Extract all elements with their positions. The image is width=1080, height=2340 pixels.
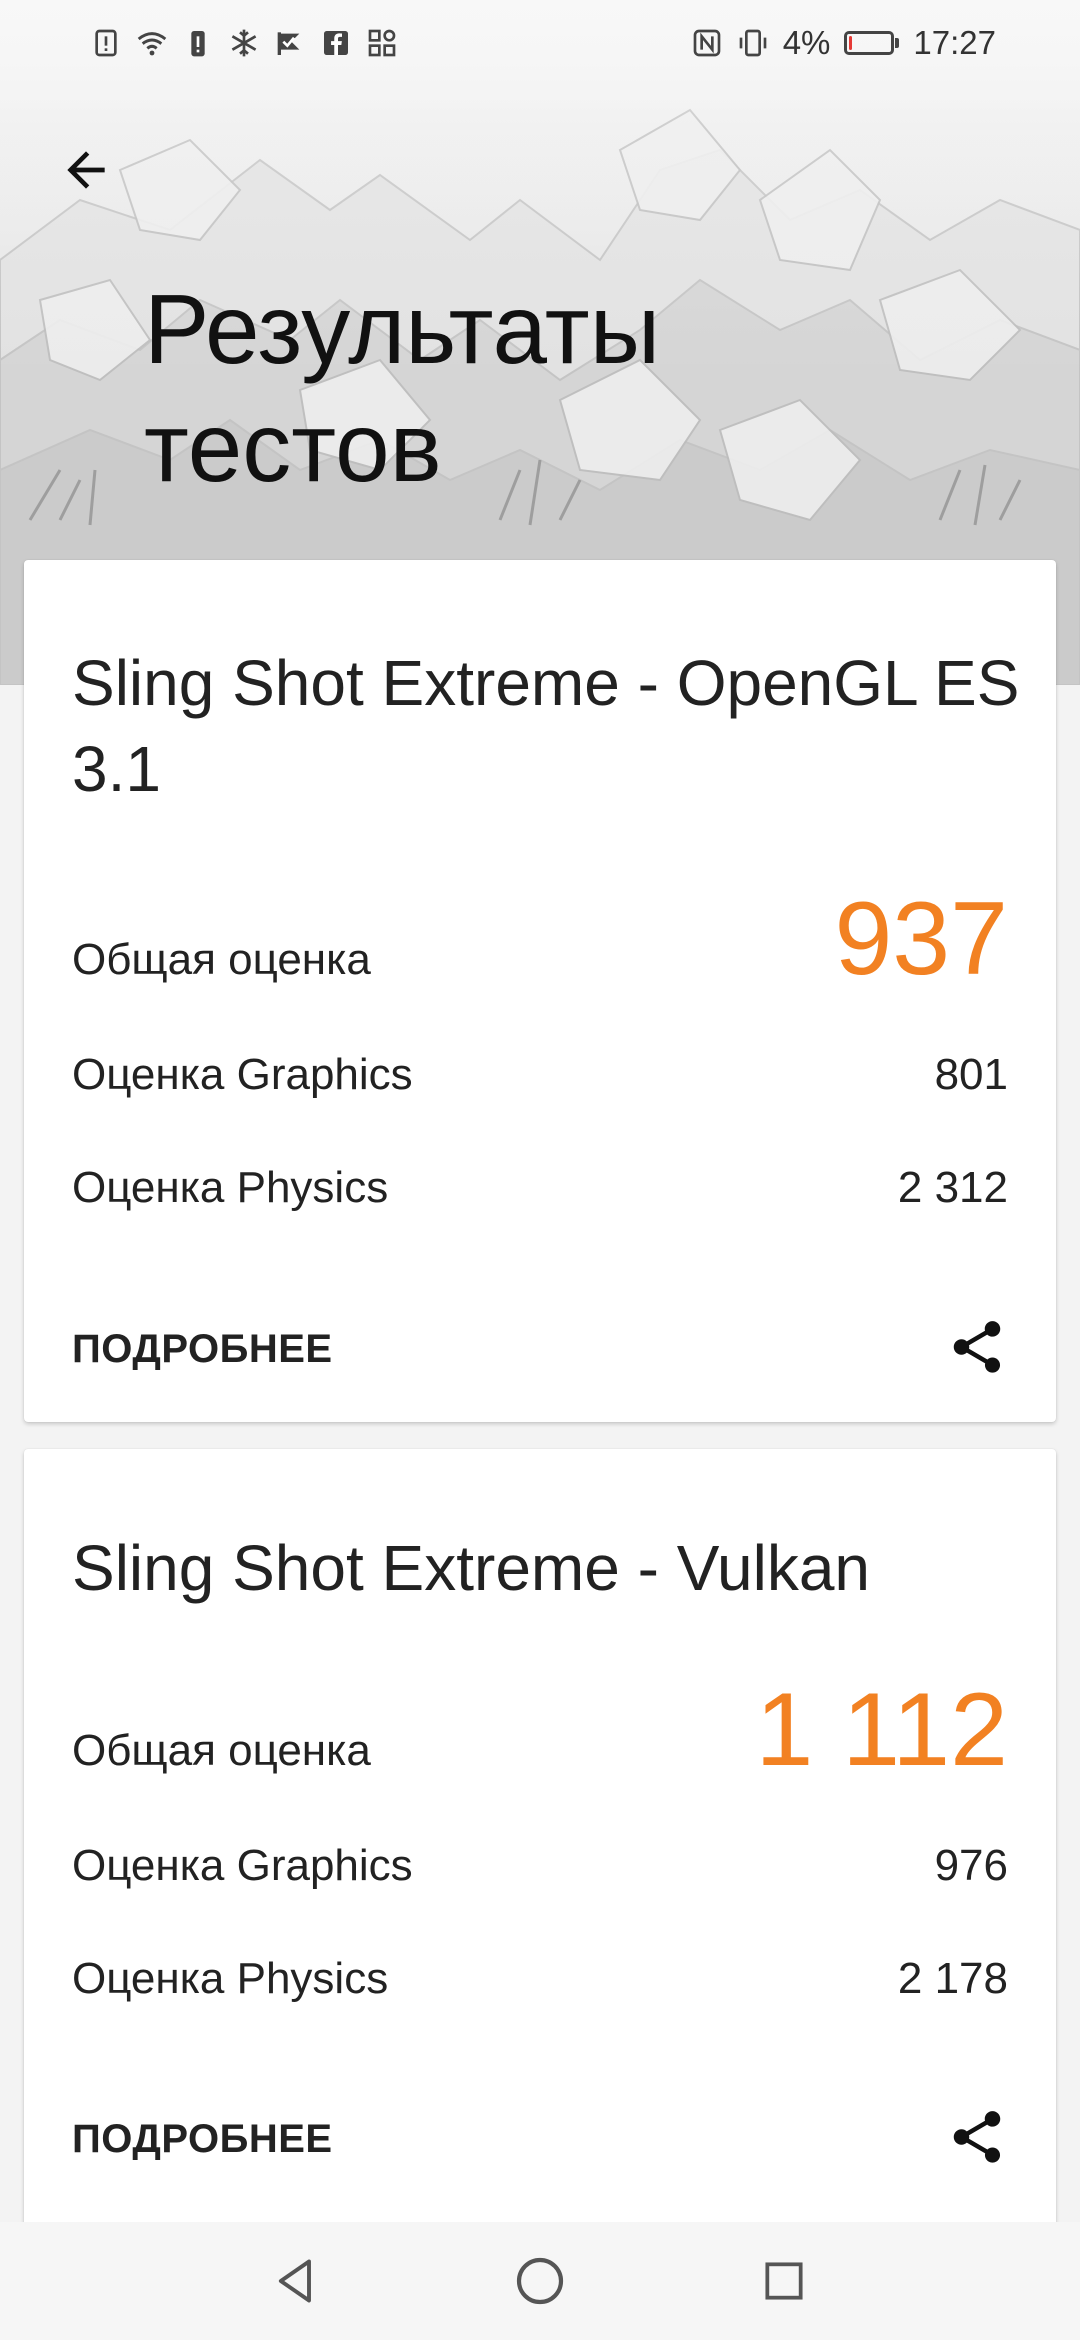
nav-back-icon <box>278 2259 311 2303</box>
share-button[interactable] <box>942 2102 1012 2172</box>
storage-alert-icon <box>182 27 214 59</box>
status-bar-notifications <box>90 27 398 59</box>
graphics-score-label: Оценка Graphics <box>72 1841 413 1890</box>
result-card: Sling Shot Extreme - Vulkan Общая оценка… <box>24 1449 1056 2249</box>
nfc-icon <box>691 27 723 59</box>
graphics-score-value: 801 <box>934 1050 1008 1099</box>
battery-percent: 4% <box>782 24 831 61</box>
share-icon <box>953 2111 1001 2163</box>
wifi-icon <box>136 27 168 59</box>
physics-score-label: Оценка Physics <box>72 1163 389 1212</box>
sim-alert-icon <box>90 27 122 59</box>
nav-back-button[interactable] <box>264 2249 328 2313</box>
graphics-score-label: Оценка Graphics <box>72 1050 413 1099</box>
share-icon <box>953 1321 1001 1373</box>
physics-score-label: Оценка Physics <box>72 1954 389 2003</box>
status-bar: 4% 17:27 <box>0 0 1080 86</box>
nav-recents-button[interactable] <box>752 2249 816 2313</box>
arrow-back-icon <box>67 151 105 189</box>
status-bar-system: 4% 17:27 <box>691 24 996 62</box>
battery-icon <box>844 31 900 55</box>
graphics-score-row: Оценка Graphics 976 <box>72 1841 1008 1891</box>
graphics-score-value: 976 <box>934 1841 1008 1890</box>
test-title: Sling Shot Extreme - Vulkan <box>72 1532 870 1604</box>
overall-score-row: Общая оценка 1 112 <box>72 1671 1008 1790</box>
apps-icon <box>366 27 398 59</box>
physics-score-row: Оценка Physics 2 312 <box>72 1163 1008 1213</box>
details-button[interactable]: ПОДРОБНЕЕ <box>72 1327 333 1372</box>
snowflake-icon <box>228 27 260 59</box>
page-title-line-2: тестов <box>144 392 442 502</box>
nav-recents-icon <box>765 2262 803 2300</box>
nav-home-icon <box>516 2257 564 2305</box>
vibrate-icon <box>737 27 769 59</box>
page-title: Результаты тестов <box>144 270 944 506</box>
facebook-icon <box>320 27 352 59</box>
clock: 17:27 <box>913 24 996 61</box>
check-flag-icon <box>274 27 306 59</box>
nav-home-button[interactable] <box>508 2249 572 2313</box>
page-title-line-1: Результаты <box>144 274 661 384</box>
physics-score-value: 2 312 <box>897 1163 1008 1212</box>
back-button[interactable] <box>44 128 128 212</box>
physics-score-value: 2 178 <box>897 1954 1008 2003</box>
test-title: Sling Shot Extreme - OpenGL ES 3.1 <box>72 647 1020 805</box>
overall-score-row: Общая оценка 937 <box>72 880 1008 999</box>
details-button[interactable]: ПОДРОБНЕЕ <box>72 2117 333 2162</box>
overall-score-value: 1 112 <box>755 1672 1008 1788</box>
overall-score-label: Общая оценка <box>72 1726 371 1775</box>
overall-score-label: Общая оценка <box>72 935 371 984</box>
graphics-score-row: Оценка Graphics 801 <box>72 1050 1008 1100</box>
share-button[interactable] <box>942 1312 1012 1382</box>
overall-score-value: 937 <box>834 881 1008 997</box>
result-card: Sling Shot Extreme - OpenGL ES 3.1 Общая… <box>24 560 1056 1422</box>
physics-score-row: Оценка Physics 2 178 <box>72 1954 1008 2004</box>
system-navigation-bar <box>0 2222 1080 2340</box>
